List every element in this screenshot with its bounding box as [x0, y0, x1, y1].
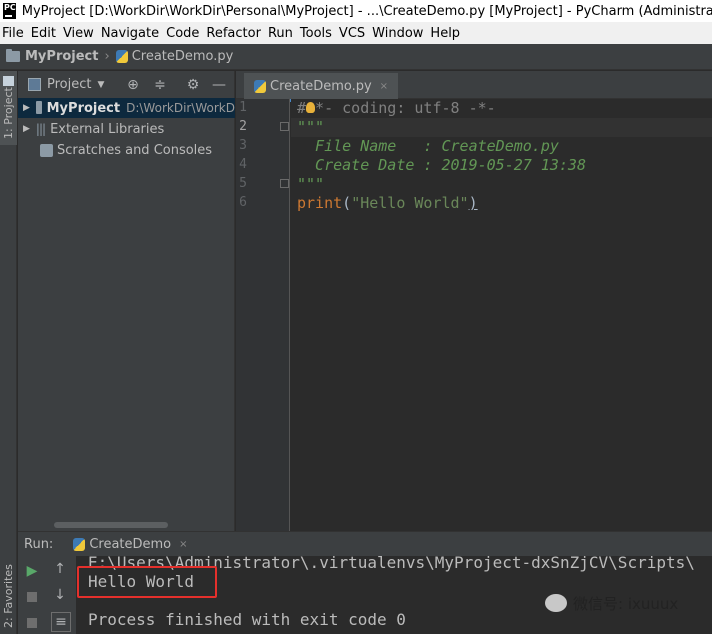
code-line-1: #-*- coding: utf-8 -*- [297, 99, 496, 117]
close-icon[interactable]: × [380, 81, 388, 92]
menu-run[interactable]: Run [266, 26, 298, 41]
run-label: Run: [24, 536, 54, 552]
scroll-down-icon[interactable]: ↓ [51, 586, 69, 604]
annotation-highlight-box [77, 566, 217, 598]
menu-tools[interactable]: Tools [298, 26, 337, 41]
line-number: 6 [239, 195, 247, 210]
lightbulb-icon[interactable] [306, 102, 315, 113]
code-line-4: Create Date : 2019-05-27 13:38 [297, 156, 586, 174]
python-file-icon [254, 79, 266, 93]
python-file-icon [73, 537, 86, 551]
pause-icon[interactable] [23, 614, 41, 632]
code-paren-close: ) [468, 194, 478, 212]
menu-window[interactable]: Window [370, 26, 428, 41]
soft-wrap-icon[interactable]: ≡ [51, 612, 71, 632]
horizontal-scrollbar[interactable] [54, 522, 168, 528]
breadcrumb-project[interactable]: MyProject [25, 49, 98, 64]
menu-view[interactable]: View [61, 26, 99, 41]
code-paren-open: ( [342, 194, 352, 212]
line-number: 1 [239, 100, 247, 115]
tree-item-myproject[interactable]: ▶ MyProject D:\WorkDir\WorkD [18, 98, 235, 118]
watermark: 微信号: ixuuux [545, 592, 705, 614]
menu-vcs[interactable]: VCS [337, 26, 370, 41]
window-title-bar: PC MyProject [D:\WorkDir\WorkDir\Persona… [0, 0, 712, 22]
pycharm-small-icon [3, 76, 14, 86]
project-view-selector[interactable]: Project [47, 77, 91, 92]
code-string: "Hello World" [351, 194, 469, 212]
breadcrumb-separator-icon: › [104, 49, 110, 64]
tree-item-label: Scratches and Consoles [57, 142, 213, 158]
editor-tab-bar: CreateDemo.py × [236, 71, 712, 102]
menu-navigate[interactable]: Navigate [99, 26, 164, 41]
libraries-icon: ||| [35, 122, 46, 136]
locate-target-icon[interactable]: ⊕ [124, 76, 142, 94]
chevron-down-icon[interactable]: ▼ [97, 80, 104, 90]
rerun-icon[interactable]: ▶ [23, 562, 41, 580]
watermark-text: 微信号: ixuuux [573, 594, 679, 613]
code-line-6: print("Hello World") [297, 194, 478, 213]
tree-item-path: D:\WorkDir\WorkD [126, 101, 235, 115]
window-title: MyProject [D:\WorkDir\WorkDir\Personal\M… [21, 3, 712, 19]
code-line-3: File Name : CreateDemo.py [297, 137, 559, 155]
python-file-icon [115, 50, 128, 63]
tree-item-external-libraries[interactable]: ▶ ||| External Libraries [18, 119, 235, 139]
code-editor[interactable]: #-*- coding: utf-8 -*- """ File Name : C… [291, 99, 712, 531]
project-view-icon [28, 78, 41, 91]
tab-label: CreateDemo.py [270, 78, 372, 94]
wechat-icon [545, 594, 567, 612]
pycharm-app-icon: PC [3, 3, 16, 19]
tree-item-label: External Libraries [50, 121, 165, 137]
menu-help[interactable]: Help [428, 26, 465, 41]
editor-gutter: 1 2 3 4 5 6 [236, 99, 290, 531]
scratches-icon [40, 143, 53, 157]
tree-item-label: MyProject [46, 100, 121, 116]
collapse-all-icon[interactable]: ≑ [151, 76, 169, 94]
run-config-tab[interactable]: CreateDemo [89, 537, 171, 552]
line-number: 2 [239, 119, 247, 134]
menu-file[interactable]: File [0, 26, 29, 41]
code-line-2: """ [297, 118, 325, 136]
expand-arrow-icon[interactable]: ▶ [23, 124, 30, 134]
folder-icon [35, 100, 42, 114]
project-panel: Project ▼ ⊕ ≑ ⚙ — ▶ MyProject D:\WorkDir… [18, 71, 235, 531]
scroll-up-icon[interactable]: ↑ [51, 560, 69, 578]
folder-icon [6, 49, 20, 62]
console-exit-message: Process finished with exit code 0 [88, 610, 406, 629]
fold-marker-icon[interactable] [280, 179, 289, 188]
code-keyword: print [297, 194, 343, 212]
fold-marker-icon[interactable] [280, 122, 289, 131]
favorites-tool-label[interactable]: 2: Favorites [2, 564, 15, 628]
hide-panel-icon[interactable]: — [210, 76, 228, 94]
code-line-5: """ [297, 175, 325, 193]
breadcrumb: MyProject › CreateDemo.py [0, 44, 712, 70]
current-line-highlight [291, 118, 712, 137]
menu-refactor[interactable]: Refactor [204, 26, 266, 41]
breadcrumb-file[interactable]: CreateDemo.py [132, 49, 234, 64]
stop-icon[interactable] [23, 588, 41, 606]
line-number: 4 [239, 157, 247, 172]
line-number: 3 [239, 138, 247, 153]
menu-bar: File Edit View Navigate Code Refactor Ru… [0, 22, 712, 44]
close-icon[interactable]: × [179, 539, 187, 550]
project-panel-header: Project ▼ ⊕ ≑ ⚙ — [18, 71, 235, 99]
left-tool-strip: 1: Project 2: Favorites [0, 71, 17, 634]
tree-item-scratches[interactable]: Scratches and Consoles [18, 140, 235, 160]
expand-arrow-icon[interactable]: ▶ [23, 103, 30, 113]
run-toolbar: ▶ ↑ ↓ ≡ [18, 556, 76, 634]
menu-code[interactable]: Code [164, 26, 204, 41]
tab-createdemo[interactable]: CreateDemo.py × [244, 73, 399, 102]
project-tool-label[interactable]: 1: Project [2, 87, 15, 139]
menu-edit[interactable]: Edit [29, 26, 61, 41]
line-number: 5 [239, 176, 247, 191]
gear-icon[interactable]: ⚙ [184, 76, 202, 94]
